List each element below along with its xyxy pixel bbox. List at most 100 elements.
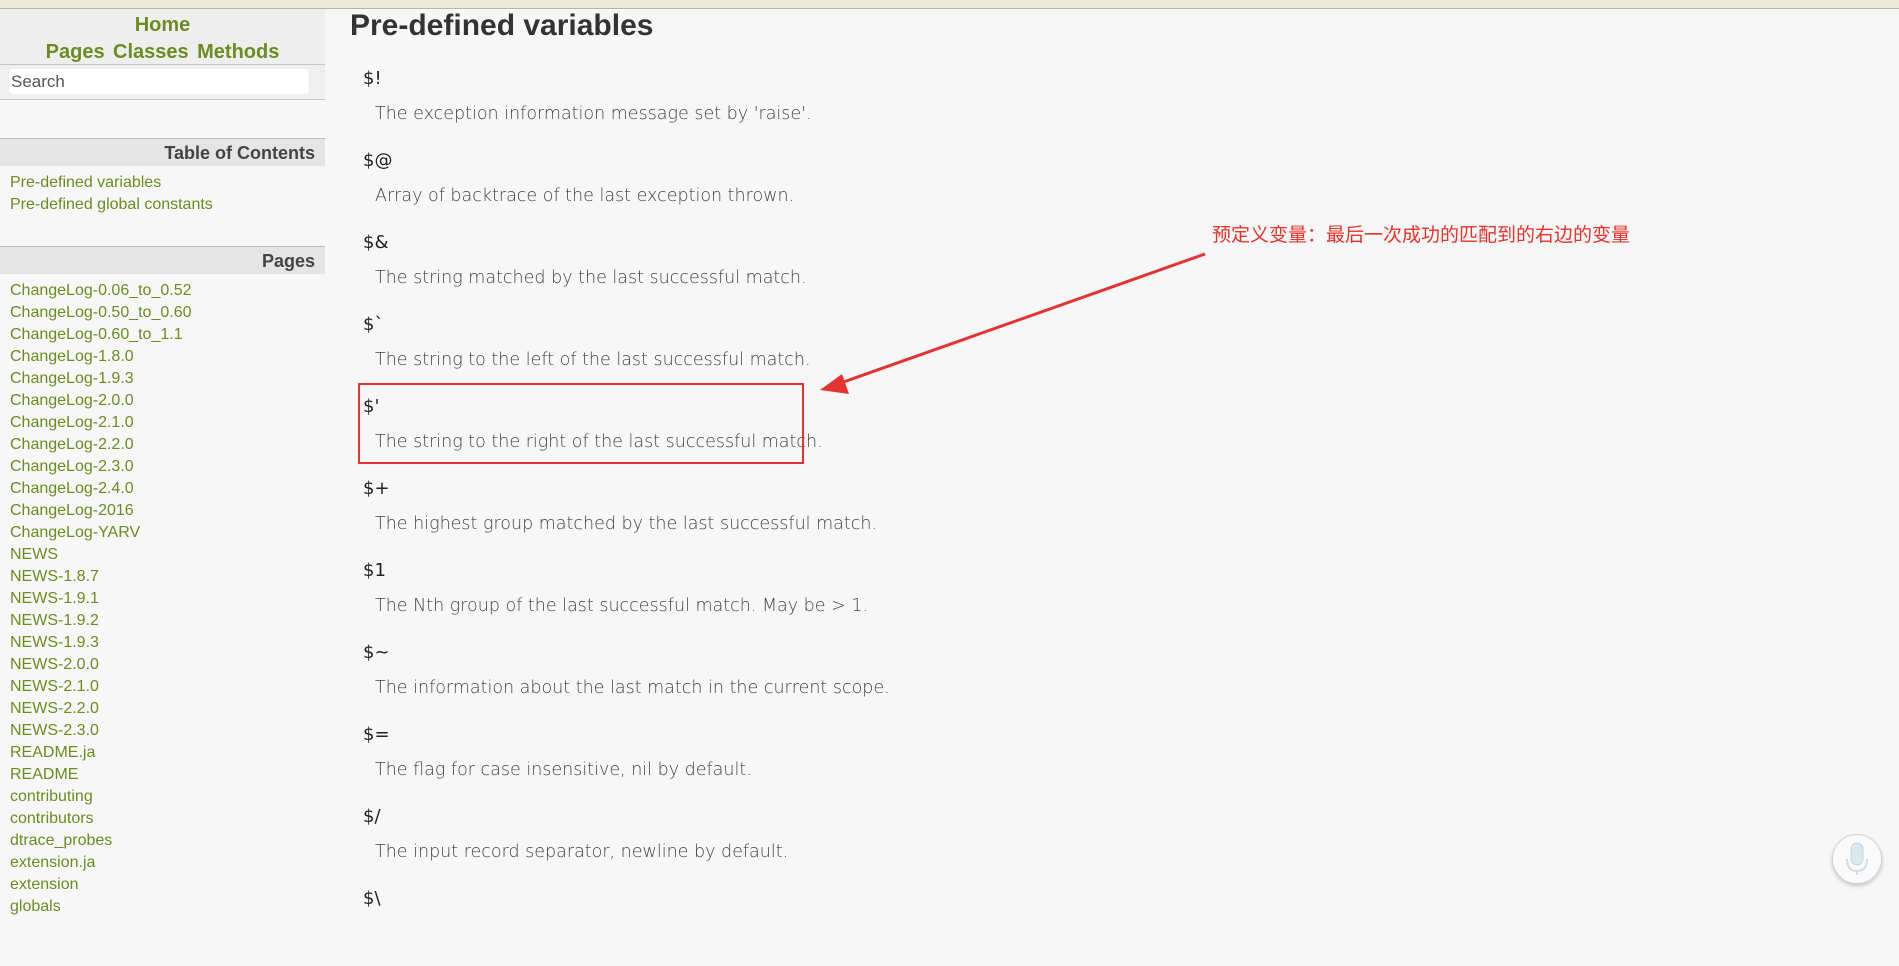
page-link[interactable]: README (10, 766, 78, 783)
page-link[interactable]: NEWS-1.9.2 (10, 612, 99, 629)
variable-description: Array of backtrace of the last exception… (375, 186, 795, 206)
toc-list: Pre-defined variables Pre-defined global… (0, 166, 325, 216)
page-list-item: extension (10, 874, 325, 896)
page-list-item: ChangeLog-YARV (10, 522, 325, 544)
page-list-item: NEWS-2.2.0 (10, 698, 325, 720)
toc-link-predefined-constants[interactable]: Pre-defined global constants (10, 196, 213, 213)
highlight-box (358, 383, 804, 464)
page-link[interactable]: ChangeLog-0.06_to_0.52 (10, 282, 192, 299)
pages-heading: Pages (0, 246, 325, 274)
page-link[interactable]: NEWS-1.9.1 (10, 590, 99, 607)
page-list-item: ChangeLog-2.3.0 (10, 456, 325, 478)
page-link[interactable]: ChangeLog-YARV (10, 524, 140, 541)
variable-entry: $= The flag for case insensitive, nil by … (360, 720, 890, 802)
page-list-item: ChangeLog-2.4.0 (10, 478, 325, 500)
variable-description: The Nth group of the last successful mat… (375, 596, 869, 616)
page-list-item: globals (10, 896, 325, 918)
page-list-item: NEWS-1.9.3 (10, 632, 325, 654)
page-list-item: NEWS-1.9.1 (10, 588, 325, 610)
variable-description: The string to the left of the last succe… (375, 350, 811, 370)
search-section (0, 65, 325, 100)
variable-name: $/ (363, 806, 381, 827)
page-link[interactable]: ChangeLog-1.8.0 (10, 348, 134, 365)
page-link[interactable]: ChangeLog-1.9.3 (10, 370, 134, 387)
page-link[interactable]: contributors (10, 810, 94, 827)
variable-name: $& (363, 232, 389, 253)
page-list-item: ChangeLog-1.8.0 (10, 346, 325, 368)
variable-entry: $@ Array of backtrace of the last excepti… (360, 146, 890, 228)
toc-link-predefined-variables[interactable]: Pre-defined variables (10, 174, 161, 191)
page-link[interactable]: ChangeLog-2.1.0 (10, 414, 134, 431)
page-list-item: NEWS-2.3.0 (10, 720, 325, 742)
page-list-item: ChangeLog-0.60_to_1.1 (10, 324, 325, 346)
variable-description: The information about the last match in … (375, 678, 890, 698)
variable-name: $` (363, 314, 384, 335)
page-link[interactable]: ChangeLog-0.50_to_0.60 (10, 304, 192, 321)
page-link[interactable]: contributing (10, 788, 93, 805)
page-link[interactable]: ChangeLog-2.2.0 (10, 436, 134, 453)
toc-item: Pre-defined global constants (10, 194, 325, 216)
variable-entry: $\ (360, 884, 890, 966)
variable-entry: $! The exception information message set … (360, 64, 890, 146)
page-link[interactable]: NEWS (10, 546, 58, 563)
variable-description: The highest group matched by the last su… (375, 514, 878, 534)
voice-input-button[interactable] (1832, 834, 1882, 884)
page-link[interactable]: README.ja (10, 744, 95, 761)
browser-top-edge (0, 0, 1899, 9)
page-link[interactable]: NEWS-2.2.0 (10, 700, 99, 717)
page-list-item: NEWS-1.8.7 (10, 566, 325, 588)
page-link[interactable]: ChangeLog-2.4.0 (10, 480, 134, 497)
page-link[interactable]: ChangeLog-2.3.0 (10, 458, 134, 475)
page-list-item: extension.ja (10, 852, 325, 874)
variable-entry: $` The string to the left of the last suc… (360, 310, 890, 392)
variable-description: The exception information message set by… (375, 104, 812, 124)
page-list-item: NEWS-2.0.0 (10, 654, 325, 676)
variable-name: $@ (363, 150, 393, 171)
page-list-item: ChangeLog-0.50_to_0.60 (10, 302, 325, 324)
search-input[interactable] (9, 69, 309, 94)
page-list-item: NEWS-1.9.2 (10, 610, 325, 632)
page-link[interactable]: NEWS-1.9.3 (10, 634, 99, 651)
variable-name: $= (363, 724, 390, 745)
page-list-item: NEWS-2.1.0 (10, 676, 325, 698)
page-link[interactable]: NEWS-1.8.7 (10, 568, 99, 585)
page-list-item: contributing (10, 786, 325, 808)
methods-link[interactable]: Methods (197, 41, 279, 63)
page-link[interactable]: extension.ja (10, 854, 95, 871)
page-list-item: ChangeLog-1.9.3 (10, 368, 325, 390)
page-list-item: ChangeLog-2.1.0 (10, 412, 325, 434)
toc-heading: Table of Contents (0, 138, 325, 166)
page-title: Pre-defined variables (350, 9, 654, 42)
page-link[interactable]: extension (10, 876, 79, 893)
variable-entry: $+ The highest group matched by the last … (360, 474, 890, 556)
variable-entry: $& The string matched by the last success… (360, 228, 890, 310)
home-link[interactable]: Home (135, 14, 191, 36)
page-link[interactable]: ChangeLog-2.0.0 (10, 392, 134, 409)
page-list-item: contributors (10, 808, 325, 830)
variable-name: $\ (363, 888, 381, 909)
page-link[interactable]: ChangeLog-2016 (10, 502, 134, 519)
page-list-item: ChangeLog-0.06_to_0.52 (10, 280, 325, 302)
main-content: Pre-defined variables $! The exception in… (325, 9, 1899, 919)
variable-name: $! (363, 68, 382, 89)
toc-item: Pre-defined variables (10, 172, 325, 194)
pages-link[interactable]: Pages (46, 41, 105, 63)
page-link[interactable]: dtrace_probes (10, 832, 112, 849)
page-list-item: ChangeLog-2.0.0 (10, 390, 325, 412)
page-list-item: ChangeLog-2.2.0 (10, 434, 325, 456)
page-link[interactable]: NEWS-2.3.0 (10, 722, 99, 739)
page-link[interactable]: NEWS-2.0.0 (10, 656, 99, 673)
variable-entry: $1 The Nth group of the last successful m… (360, 556, 890, 638)
nav-header: Home Pages Classes Methods (0, 9, 325, 65)
classes-link[interactable]: Classes (113, 41, 189, 63)
microphone-icon (1846, 842, 1868, 875)
page-link[interactable]: globals (10, 898, 61, 915)
variable-entry: $/ The input record separator, newline by… (360, 802, 890, 884)
variable-name: $1 (363, 560, 386, 581)
page-list-item: README.ja (10, 742, 325, 764)
page-link[interactable]: ChangeLog-0.60_to_1.1 (10, 326, 183, 343)
variable-description: The input record separator, newline by d… (375, 842, 789, 862)
sidebar: Home Pages Classes Methods Table of Cont… (0, 9, 325, 919)
variable-list: $! The exception information message set … (360, 64, 890, 966)
page-link[interactable]: NEWS-2.1.0 (10, 678, 99, 695)
